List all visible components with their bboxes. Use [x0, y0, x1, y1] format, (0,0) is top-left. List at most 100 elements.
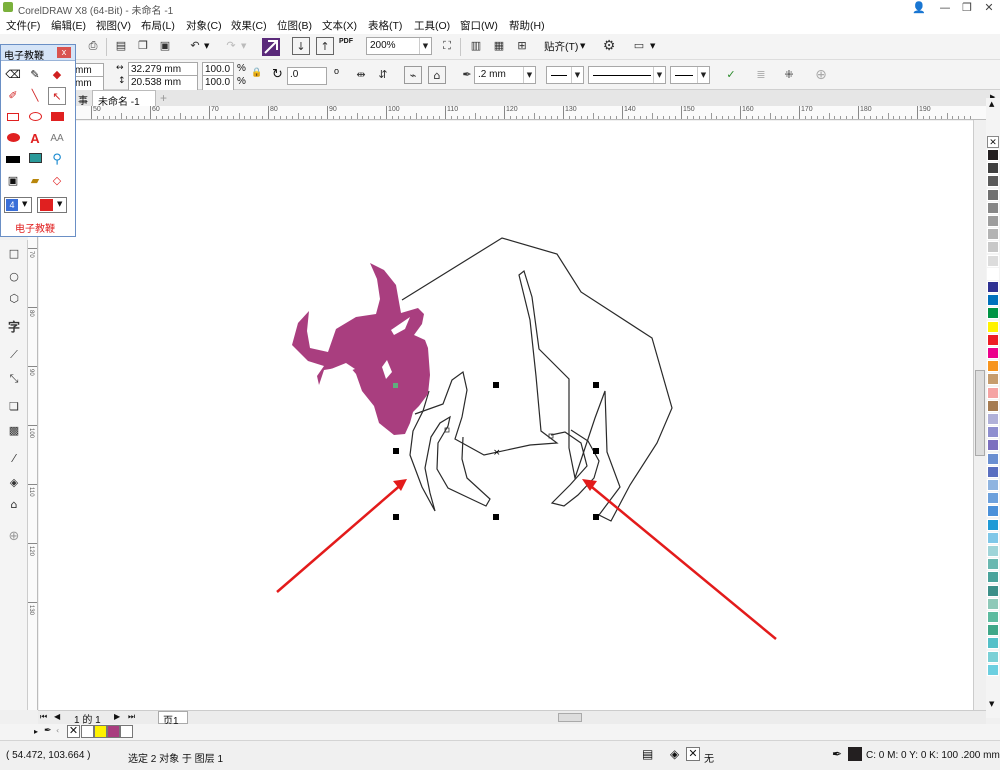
- fill-none-swatch[interactable]: ✕: [686, 747, 700, 761]
- rectangle-outline-icon[interactable]: [4, 109, 22, 127]
- account-icon[interactable]: 👤: [908, 0, 930, 16]
- palette-swatch[interactable]: [987, 188, 999, 201]
- application-launcher-icon[interactable]: ▭: [630, 37, 648, 55]
- rotation-angle-field[interactable]: .0: [287, 67, 327, 85]
- menu-view[interactable]: 视图(V): [96, 18, 131, 33]
- color-proof-icon[interactable]: ▤: [642, 747, 653, 761]
- menu-file[interactable]: 文件(F): [6, 18, 40, 33]
- open-folder-icon[interactable]: ▰: [26, 172, 44, 190]
- page-tab[interactable]: 页1: [158, 711, 188, 727]
- cut-icon[interactable]: ▤: [112, 37, 130, 55]
- show-rulers-icon[interactable]: ▥: [467, 37, 485, 55]
- transparency-tool-icon[interactable]: ▩: [5, 422, 23, 440]
- eyedropper-icon[interactable]: ✒: [44, 726, 52, 736]
- palette-swatch[interactable]: [987, 439, 999, 452]
- export-icon[interactable]: ↑: [316, 37, 334, 55]
- ellipse-filled-icon[interactable]: [4, 130, 22, 148]
- outline-width-dropdown[interactable]: .2 mm ▼: [474, 66, 536, 84]
- palette-swatch[interactable]: [987, 333, 999, 346]
- palette-swatch[interactable]: [987, 320, 999, 333]
- launcher-dropdown-icon[interactable]: ▼: [650, 42, 655, 50]
- auto-close-icon[interactable]: ⌂: [428, 66, 446, 84]
- no-color-swatch[interactable]: ✕: [987, 136, 999, 148]
- palette-swatch[interactable]: [987, 175, 999, 188]
- palette-scroll-down-icon[interactable]: ▼: [989, 700, 994, 708]
- palette-swatch[interactable]: [987, 624, 999, 637]
- drawing-canvas[interactable]: ×: [39, 121, 986, 710]
- snap-to-dropdown[interactable]: 贴齐(T): [544, 39, 578, 54]
- import-icon[interactable]: ↓: [292, 37, 310, 55]
- bull-hind-leg-outline[interactable]: [550, 429, 600, 507]
- palette-swatch[interactable]: [987, 294, 999, 307]
- panel-close-button[interactable]: x: [57, 47, 71, 58]
- palette-swatch[interactable]: [987, 545, 999, 557]
- selection-handle[interactable]: [393, 448, 399, 454]
- selection-handle[interactable]: [493, 382, 499, 388]
- quick-trace-icon[interactable]: ⁜: [780, 66, 798, 84]
- palette-swatch[interactable]: [987, 267, 999, 280]
- rectangle-filled-icon[interactable]: [48, 109, 66, 127]
- copy-icon[interactable]: ❐: [134, 37, 152, 55]
- pen-color-dropdown[interactable]: ▼: [37, 197, 67, 213]
- close-curve-icon[interactable]: ✓: [722, 66, 740, 84]
- palette-swatch[interactable]: [987, 149, 999, 161]
- text-a-icon[interactable]: A: [26, 130, 44, 148]
- eraser-diamond-icon[interactable]: ◇: [48, 172, 66, 190]
- add-tool-icon[interactable]: ⊕: [5, 528, 23, 546]
- palette-swatch[interactable]: [987, 663, 999, 676]
- scrollbar-thumb[interactable]: [975, 370, 985, 456]
- bull-front-leg-outline[interactable]: [409, 390, 491, 512]
- fill-indicator-icon[interactable]: ◈: [670, 747, 679, 761]
- close-button[interactable]: ✕: [978, 0, 1000, 16]
- selection-center-marker[interactable]: ×: [493, 448, 501, 458]
- first-page-icon[interactable]: ⏮: [40, 712, 47, 722]
- palette-swatch[interactable]: [987, 347, 999, 359]
- restore-button[interactable]: ❐: [956, 0, 978, 16]
- palette-swatch[interactable]: [987, 505, 999, 518]
- palette-swatch[interactable]: [987, 228, 999, 241]
- magnifier-icon[interactable]: ⚲: [48, 151, 66, 169]
- connector-tool-icon[interactable]: ⤡: [5, 370, 23, 388]
- line-style-dropdown[interactable]: ▼: [588, 66, 666, 84]
- palette-scroll-up-icon[interactable]: ▲: [989, 100, 994, 108]
- ellipse-outline-icon[interactable]: [26, 109, 44, 127]
- selection-handle[interactable]: [493, 514, 499, 520]
- eyedropper-tool-icon[interactable]: ⁄: [5, 450, 23, 468]
- menu-layout[interactable]: 布局(L): [141, 18, 175, 33]
- palette-swatch[interactable]: [987, 452, 999, 465]
- scale-y-field[interactable]: 100.0: [202, 75, 234, 91]
- zoom-level-dropdown[interactable]: 200% ▼: [366, 37, 432, 55]
- text-tool-icon[interactable]: 字: [5, 318, 23, 336]
- selection-handle[interactable]: [593, 514, 599, 520]
- palette-swatch[interactable]: [987, 571, 999, 584]
- palette-scroll-left-icon[interactable]: ‹: [56, 726, 59, 735]
- palette-swatch[interactable]: [987, 465, 999, 478]
- menu-edit[interactable]: 编辑(E): [51, 18, 86, 33]
- palette-swatch[interactable]: [987, 492, 999, 505]
- document-swatch[interactable]: [94, 725, 107, 738]
- palette-swatch[interactable]: [987, 201, 999, 214]
- end-arrowhead-dropdown[interactable]: ▼: [670, 66, 710, 84]
- palette-swatch[interactable]: [987, 413, 999, 425]
- palette-swatch[interactable]: [987, 360, 999, 373]
- horizontal-ruler[interactable]: 50 60 70 80 90 100 110 120 130 140 150 160 170 180 190: [38, 106, 986, 120]
- menu-table[interactable]: 表格(T): [368, 18, 402, 33]
- palette-swatch[interactable]: [987, 373, 999, 386]
- tab-untitled[interactable]: 未命名 -1: [92, 90, 156, 108]
- snap-dropdown-icon[interactable]: ▼: [580, 42, 585, 50]
- menu-text[interactable]: 文本(X): [322, 18, 357, 33]
- highlighter-icon[interactable]: ✐: [4, 87, 22, 105]
- palette-swatch[interactable]: [987, 650, 999, 663]
- add-tab-button[interactable]: +: [160, 91, 167, 105]
- palette-swatch[interactable]: [987, 281, 999, 293]
- undo-icon[interactable]: ↶: [186, 37, 204, 55]
- show-guidelines-icon[interactable]: ⊞: [513, 37, 531, 55]
- selection-handle[interactable]: [593, 382, 599, 388]
- menu-object[interactable]: 对象(C): [186, 18, 222, 33]
- menu-bitmaps[interactable]: 位图(B): [277, 18, 312, 33]
- palette-swatch[interactable]: [987, 241, 999, 254]
- palette-swatch[interactable]: [987, 386, 999, 399]
- minimize-button[interactable]: —: [934, 0, 956, 16]
- palette-swatch[interactable]: [987, 597, 999, 610]
- palette-swatch[interactable]: [987, 558, 999, 571]
